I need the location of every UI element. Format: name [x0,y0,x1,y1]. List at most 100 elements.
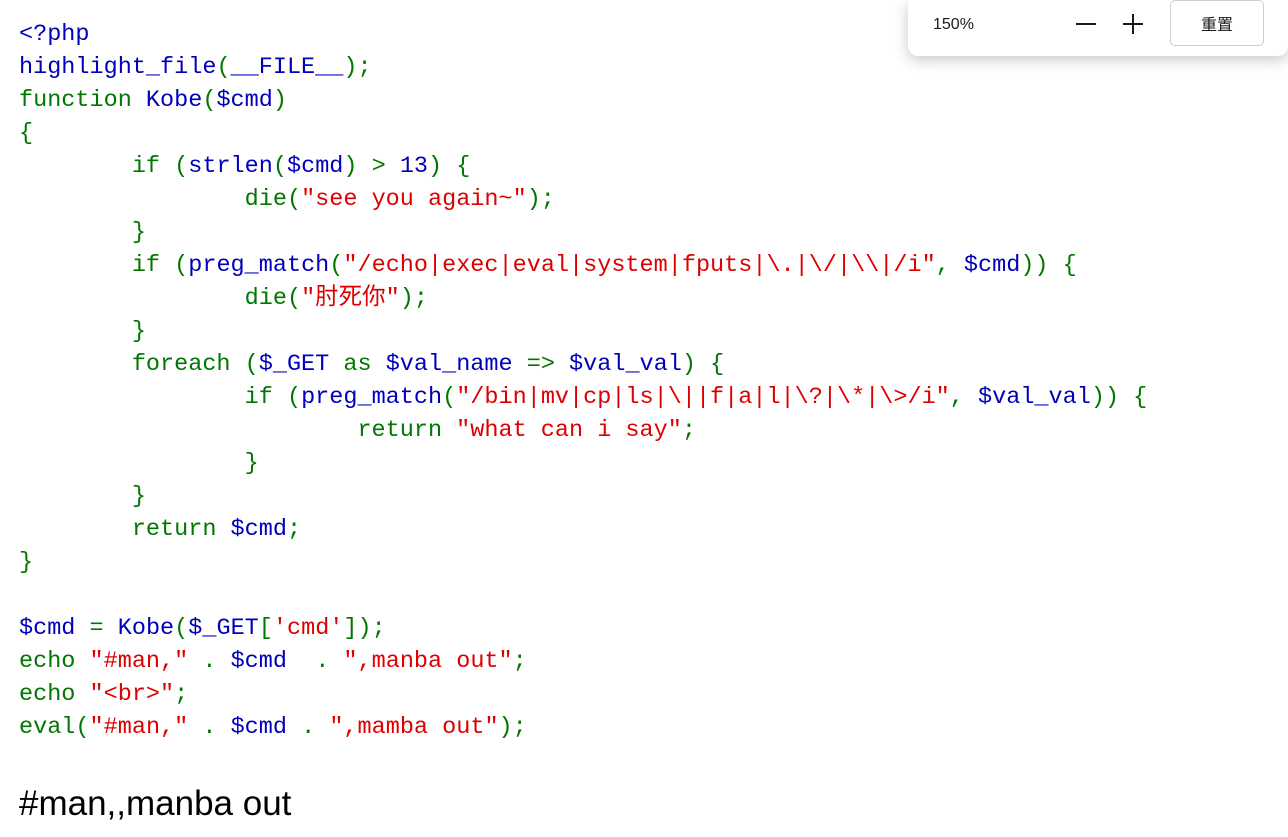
reset-zoom-button[interactable]: 重置 [1170,0,1264,46]
code-token: ( [286,285,302,312]
code-token: { [19,120,34,147]
code-line: } [19,447,1147,480]
code-token: "what can i say" [456,417,682,444]
code-token: ); [498,714,527,741]
code-token: . [202,714,231,741]
code-token: ( [216,54,231,81]
page-output-text: #man,,manba out [19,784,292,823]
code-token: , [935,252,964,279]
code-line: $cmd = Kobe($_GET['cmd']); [19,612,1147,645]
code-token: ",mamba out" [329,714,499,741]
code-line: if (preg_match("/bin|mv|cp|ls|\||f|a|l|\… [19,381,1148,414]
code-line: } [19,315,1147,348]
code-token: function [19,87,146,114]
code-token: ( [174,252,189,279]
code-token: 'cmd' [272,615,344,642]
code-token: ); [399,285,428,312]
code-line: echo "<br>"; [19,678,1147,711]
code-token: ( [442,384,457,411]
code-token: $val_val [978,384,1091,411]
code-token: return [19,417,457,444]
code-line: return $cmd; [19,513,1147,546]
code-line: die("see you again~"); [19,183,1147,216]
code-token: Kobe [145,87,203,114]
code-token: die [19,285,287,312]
code-token: ) { [681,351,725,378]
code-line: return "what can i say"; [19,414,1147,447]
code-token: ) [272,87,287,114]
code-token: echo [19,648,90,675]
code-token: if [19,384,287,411]
code-token: preg_match [188,252,330,279]
zoom-in-button[interactable] [1115,6,1151,42]
code-token: <?php [19,21,90,48]
code-token: foreach [19,351,245,378]
code-token: preg_match [301,384,443,411]
code-token: if [19,252,175,279]
code-token: eval [19,714,76,741]
code-token: ( [174,153,189,180]
code-token: . [301,714,330,741]
code-token: )) { [1020,252,1077,279]
code-token: ; [286,516,302,543]
code-token: ( [329,252,344,279]
code-token: $cmd [230,516,287,543]
code-line: if (strlen($cmd) > 13) { [19,150,1147,183]
code-token: die [19,186,287,213]
code-token: $cmd [19,615,90,642]
code-line: } [19,546,1147,579]
code-token: } [19,450,259,477]
code-token: $val_name [385,351,527,378]
code-token: echo [19,681,90,708]
code-token: if [19,153,175,180]
highlighted-php-source: <?php highlight_file(__FILE__); function K… [19,18,1147,744]
code-token: ]); [343,615,386,642]
zoom-out-button[interactable] [1068,6,1104,42]
code-line: eval("#man," . $cmd . ",mamba out"); [19,711,1147,744]
code-token: $cmd [216,87,273,114]
code-token: $cmd [286,153,344,180]
code-token: ( [286,186,302,213]
code-token: "肘死你" [301,285,400,312]
code-token: = [89,615,118,642]
code-token: . [315,648,344,675]
code-token: ; [174,681,189,708]
code-token: ) { [428,153,471,180]
code-line: echo "#man," . $cmd . ",manba out"; [19,645,1147,678]
code-token: ; [681,417,696,444]
code-token: "#man," [89,714,203,741]
code-token: ; [512,648,527,675]
code-line: function Kobe($cmd) [19,84,1147,117]
code-token: "#man," [89,648,203,675]
code-token: "/echo|exec|eval|system|fputs|\.|\/|\\|/… [343,252,936,279]
code-token: => [526,351,570,378]
code-token: } [19,483,146,510]
code-token: __FILE__ [230,54,344,81]
code-token: "<br>" [89,681,175,708]
zoom-level-value: 150% [933,16,974,33]
code-token: 13 [399,153,429,180]
code-token: ); [526,186,555,213]
code-token: as [343,351,386,378]
code-line: foreach ($_GET as $val_name => $val_val)… [19,348,1147,381]
code-token: $_GET [258,351,344,378]
code-token: ( [202,87,217,114]
code-token: } [19,549,34,576]
code-token: )) { [1090,384,1148,411]
code-token: Kobe [117,615,175,642]
code-token: ( [75,714,90,741]
code-token: ",manba out" [343,648,513,675]
code-token: ( [244,351,259,378]
code-token: $cmd [963,252,1021,279]
code-line: die("肘死你"); [19,282,1147,315]
code-token: ) > [343,153,400,180]
code-token: $cmd [230,648,316,675]
code-token: } [19,318,146,345]
code-token: $val_val [569,351,682,378]
zoom-popup: 150% 重置 [908,0,1288,56]
code-token: , [949,384,979,411]
code-line: } [19,480,1147,513]
code-token: ( [272,153,287,180]
code-token: ); [343,54,372,81]
